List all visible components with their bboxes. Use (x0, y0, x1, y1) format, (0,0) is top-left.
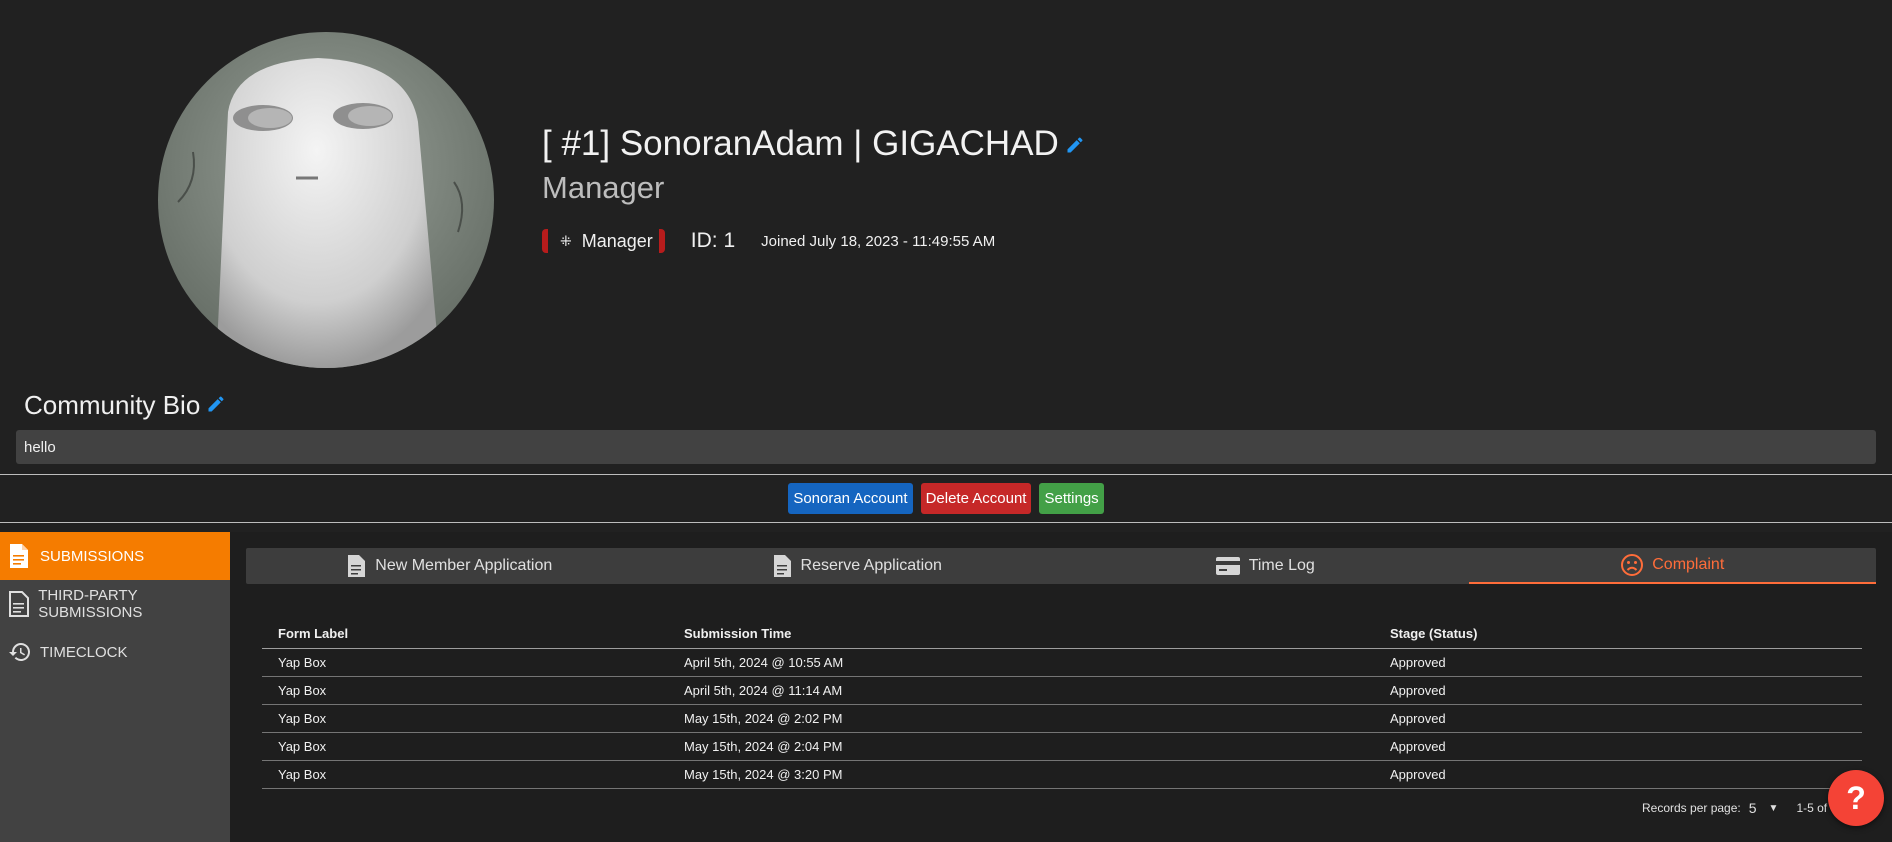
cell-form-label: Yap Box (262, 676, 668, 705)
cell-status: Approved (1374, 704, 1862, 733)
sidebar: SUBMISSIONS THIRD-PARTY SUBMISSIONS TIME… (0, 532, 230, 842)
table-row[interactable]: Yap Box April 5th, 2024 @ 10:55 AM Appro… (262, 648, 1862, 677)
cell-submission-time: May 15th, 2024 @ 3:20 PM (668, 760, 1374, 789)
divider-bottom (0, 522, 1892, 523)
profile-role-title: Manager (542, 170, 665, 205)
document-icon (773, 554, 793, 578)
tab-label: New Member Application (375, 557, 553, 574)
cell-status: Approved (1374, 648, 1862, 677)
column-header-stage-status[interactable]: Stage (Status) (1374, 618, 1862, 649)
delete-account-button[interactable]: Delete Account (920, 483, 1032, 514)
table-header-row: Form Label Submission Time Stage (Status… (262, 618, 1862, 649)
community-bio-text: hello (16, 430, 1876, 464)
cell-submission-time: May 15th, 2024 @ 2:02 PM (668, 704, 1374, 733)
sidebar-item-timeclock[interactable]: TIMECLOCK (0, 628, 230, 676)
user-id: ID: 1 (690, 229, 736, 252)
form-tabs: New Member Application Reserve Applicati… (246, 548, 1876, 584)
column-header-submission-time[interactable]: Submission Time (668, 618, 1374, 649)
community-bio-title-row: Community Bio (24, 390, 226, 421)
sad-face-icon (1620, 553, 1644, 577)
caret-down-icon[interactable]: ▼ (1769, 803, 1779, 814)
tab-complaint[interactable]: Complaint (1468, 548, 1876, 584)
profile-meta-row: ⁜ Manager ID: 1 Joined July 18, 2023 - 1… (542, 226, 995, 256)
cell-form-label: Yap Box (262, 648, 668, 677)
main-panel: New Member Application Reserve Applicati… (230, 532, 1892, 842)
sidebar-item-submissions[interactable]: SUBMISSIONS (0, 532, 230, 580)
tab-reserve-application[interactable]: Reserve Application (654, 548, 1062, 584)
joined-date: Joined July 18, 2023 - 11:49:55 AM (761, 232, 996, 250)
pagination-range: 1-5 of (1796, 801, 1828, 815)
records-per-page-select[interactable]: 5 (1749, 800, 1757, 816)
cell-status: Approved (1374, 760, 1862, 789)
sonoran-account-button[interactable]: Sonoran Account (788, 483, 913, 514)
records-per-page-label: Records per page: (1642, 801, 1741, 815)
tab-time-log[interactable]: Time Log (1061, 548, 1469, 584)
history-icon (8, 639, 32, 665)
document-icon (347, 554, 367, 578)
cell-form-label: Yap Box (262, 760, 668, 789)
account-actions: Sonoran Account Delete Account Settings (0, 483, 1892, 514)
community-bio-title: Community Bio (24, 390, 201, 420)
sidebar-item-label: SUBMISSIONS (40, 547, 145, 565)
profile-avatar (158, 32, 494, 368)
table-row[interactable]: Yap Box May 15th, 2024 @ 3:20 PM Approve… (262, 760, 1862, 789)
cell-submission-time: April 5th, 2024 @ 10:55 AM (668, 648, 1374, 677)
document-icon (8, 543, 32, 569)
profile-name: [ #1] SonoranAdam | GIGACHAD (542, 124, 1059, 163)
cell-status: Approved (1374, 732, 1862, 761)
avatar-image (158, 32, 494, 368)
sidebar-item-third-party-submissions[interactable]: THIRD-PARTY SUBMISSIONS (0, 580, 230, 628)
sidebar-item-label: TIMECLOCK (40, 643, 128, 661)
table-pagination: Records per page: 5 ▼ 1-5 of (1642, 800, 1827, 816)
cell-form-label: Yap Box (262, 732, 668, 761)
edit-name-pencil-icon[interactable] (1065, 124, 1085, 164)
help-button[interactable]: ? (1828, 770, 1884, 826)
role-badge-label: Manager (581, 230, 653, 251)
tab-new-member-application[interactable]: New Member Application (246, 548, 654, 584)
sidebar-item-label: THIRD-PARTY SUBMISSIONS (38, 587, 143, 621)
document-outline-icon (8, 591, 30, 617)
table-row[interactable]: Yap Box April 5th, 2024 @ 11:14 AM Appro… (262, 676, 1862, 705)
settings-button[interactable]: Settings (1039, 483, 1104, 514)
table-row[interactable]: Yap Box May 15th, 2024 @ 2:02 PM Approve… (262, 704, 1862, 733)
profile-name-row: [ #1] SonoranAdam | GIGACHAD (542, 124, 1085, 164)
table-row[interactable]: Yap Box May 15th, 2024 @ 2:04 PM Approve… (262, 732, 1862, 761)
cell-submission-time: April 5th, 2024 @ 11:14 AM (668, 676, 1374, 705)
cell-status: Approved (1374, 676, 1862, 705)
column-header-form-label[interactable]: Form Label (262, 618, 668, 649)
tab-label: Time Log (1248, 557, 1315, 574)
role-badge: ⁜ Manager (542, 229, 665, 253)
submissions-table: Form Label Submission Time Stage (Status… (262, 618, 1862, 789)
tab-label: Reserve Application (800, 557, 942, 574)
card-icon (1215, 556, 1241, 576)
divider-top (0, 474, 1892, 475)
cell-form-label: Yap Box (262, 704, 668, 733)
cell-submission-time: May 15th, 2024 @ 2:04 PM (668, 732, 1374, 761)
tab-label: Complaint (1652, 556, 1725, 573)
role-badge-icon: ⁜ (560, 232, 572, 249)
edit-bio-pencil-icon[interactable] (206, 390, 226, 421)
